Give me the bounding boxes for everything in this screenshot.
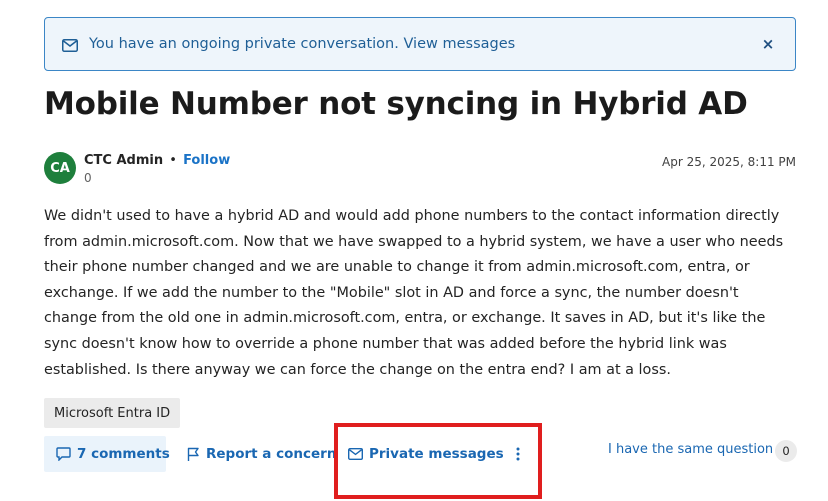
page-title: Mobile Number not syncing in Hybrid AD: [44, 86, 748, 122]
close-icon[interactable]: ×: [760, 33, 776, 55]
private-conversation-banner: You have an ongoing private conversation…: [44, 17, 796, 71]
comments-label: 7 comments: [77, 446, 170, 462]
post-date: Apr 25, 2025, 8:11 PM: [662, 155, 796, 169]
avatar[interactable]: CA: [44, 152, 76, 184]
tag-microsoft-entra-id[interactable]: Microsoft Entra ID: [44, 398, 181, 428]
same-question-button[interactable]: I have the same question: [608, 442, 773, 457]
follow-button[interactable]: Follow: [183, 153, 230, 168]
mail-icon: [348, 448, 363, 460]
post-body: We didn't used to have a hybrid AD and w…: [44, 208, 784, 378]
author-name[interactable]: CTC Admin: [84, 153, 163, 168]
banner-message-text: You have an ongoing private conversation…: [89, 36, 399, 52]
view-messages-link[interactable]: View messages: [403, 36, 515, 52]
author-line: CTC Admin • Follow: [84, 153, 230, 168]
flag-icon: [187, 447, 200, 462]
private-messages-button[interactable]: Private messages: [348, 436, 504, 472]
comments-button[interactable]: 7 comments: [44, 436, 170, 472]
same-question-count: 0: [775, 440, 797, 462]
separator-dot: •: [169, 153, 177, 168]
more-vertical-icon[interactable]: [510, 442, 526, 466]
author-reputation: 0: [84, 171, 92, 185]
banner-message: You have an ongoing private conversation…: [89, 36, 515, 52]
report-concern-button[interactable]: Report a concern: [187, 436, 336, 472]
mail-icon: [62, 37, 78, 52]
comment-icon: [56, 447, 71, 461]
report-concern-label: Report a concern: [206, 446, 337, 462]
private-messages-label: Private messages: [369, 446, 504, 462]
